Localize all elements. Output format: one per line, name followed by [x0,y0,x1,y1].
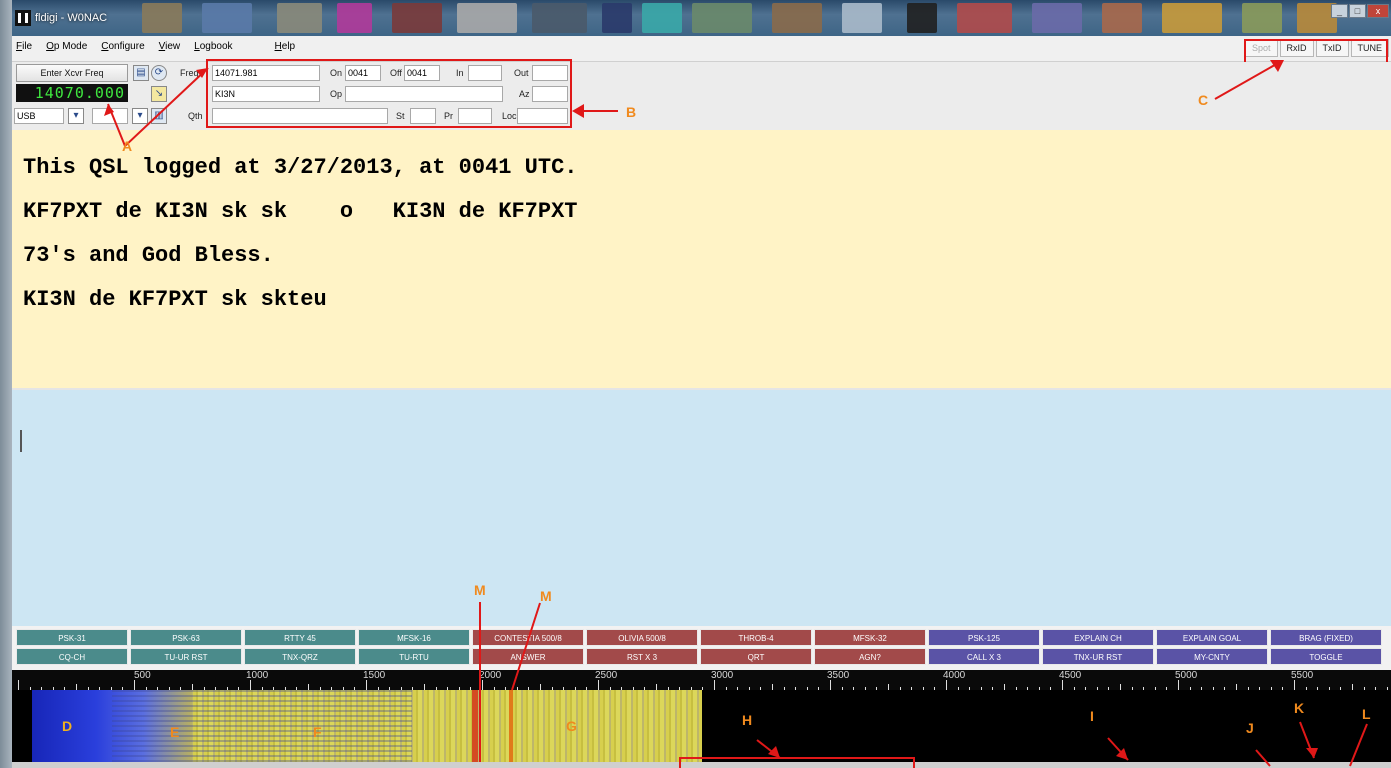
annotation-label-d: D [62,718,73,734]
annotation-label-m: M [474,582,486,598]
arrowhead [572,104,584,118]
annotation-label-g: G [566,718,577,734]
annotation-label-c: C [1198,92,1209,108]
annotation-label-e: E [170,724,180,740]
annotation-arrows [104,60,1368,768]
annotation-label-j: J [1246,720,1254,736]
annotation-label-m: M [540,588,552,604]
fldigi-window: fldigi - W0NAC _ □ x File Op Mode Config… [0,0,1391,768]
arrow-l [1349,723,1368,767]
annotation-label-b: B [626,104,637,120]
annotation-label-h: H [742,712,753,728]
annotation-box-h [679,757,915,768]
arrow-c [1214,61,1281,100]
arrow-j [1255,749,1271,767]
arrowhead [768,746,780,758]
annotation-label-i: I [1090,708,1094,724]
arrowhead [1306,748,1318,758]
arrow-a1 [124,67,209,147]
annotation-label-k: K [1294,700,1305,716]
annotation-label-l: L [1362,706,1371,722]
annotation-label-a: A [122,138,133,154]
annotation-label-f: F [313,724,322,740]
arrow-m2 [511,602,541,691]
